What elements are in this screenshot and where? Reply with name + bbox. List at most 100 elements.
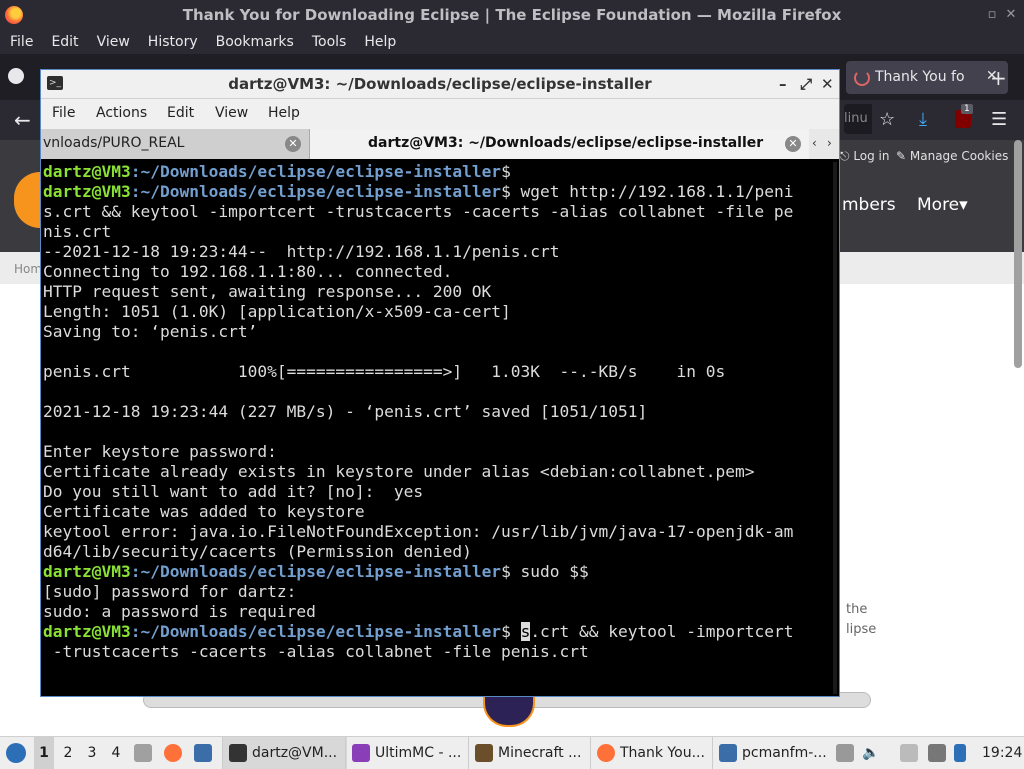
command-text: -trustcacerts -cacerts -alias collabnet … [43,642,589,661]
prompt-path: :~/Downloads/eclipse/eclipse-installer [130,622,502,641]
maximize-icon[interactable]: ⤢ [800,75,812,93]
terminal-tab[interactable]: vnloads/PURO_REAL ✕ [41,129,310,159]
bookmark-star-icon[interactable]: ☆ [879,109,895,130]
file-manager-icon[interactable] [134,737,157,769]
download-icon[interactable]: ⤓ [919,109,927,130]
notes-icon[interactable] [900,737,923,769]
terminal-titlebar[interactable]: >_ dartz@VM3: ~/Downloads/eclipse/eclips… [41,70,839,99]
prompt-path: :~/Downloads/eclipse/eclipse-installer [130,182,502,201]
task-label: Minecraft ... [498,745,582,761]
workspace-2[interactable]: 2 [58,737,78,769]
output-line: Length: 1051 (1.0K) [application/x-x509-… [43,302,511,321]
chevron-right-icon[interactable]: › [827,136,832,150]
task-minecraft[interactable]: Minecraft ... [468,737,593,769]
task-label: pcmanfm-... [742,745,827,761]
task-label: dartz@VM... [252,745,338,761]
prompt-user: dartz@VM3 [43,562,131,581]
firefox-launcher-icon[interactable] [164,737,187,769]
minimize-icon[interactable]: ▫ [984,7,1000,23]
menu-help[interactable]: Help [355,30,405,54]
terminal-scrollbar[interactable] [833,162,837,694]
url-bar[interactable]: linu [844,104,872,134]
nav-members[interactable]: mbers [842,195,896,215]
start-menu-icon[interactable] [6,743,26,763]
output-line: Certificate was added to keystore [43,502,365,521]
menu-file[interactable]: File [0,30,42,54]
terminal-tabbar: vnloads/PURO_REAL ✕ dartz@VM3: ~/Downloa… [41,129,839,159]
output-line: keytool error: java.io.FileNotFoundExcep… [43,522,794,541]
output-line: Enter keystore password: [43,442,277,461]
progress-line: penis.crt 100%[================>] 1.03K … [43,362,726,381]
paragraph-line: the [846,602,868,617]
task-terminal[interactable]: dartz@VM... [222,737,347,769]
command-text: sudo $$ [510,562,589,581]
term-menu-help[interactable]: Help [268,105,300,121]
loading-icon [854,70,870,86]
hamburger-menu-icon[interactable]: ☰ [991,109,1007,130]
workspace-3[interactable]: 3 [82,737,102,769]
task-label: UltimMC - ... [375,745,462,761]
output-line: 2021-12-18 19:23:44 (227 MB/s) - ‘penis.… [43,402,648,421]
manage-cookies-link[interactable]: ✎ Manage Cookies [896,149,1008,163]
volume-icon[interactable]: 🔈 [862,737,879,769]
output-line: sudo: a password is required [43,602,316,621]
prompt-path: :~/Downloads/eclipse/eclipse-installer [130,162,502,181]
tab-thank-you[interactable]: Thank You fo ✕ [846,61,1008,94]
clipboard-icon[interactable] [836,737,859,769]
prompt-path: :~/Downloads/eclipse/eclipse-installer [130,562,502,581]
prompt-user: dartz@VM3 [43,182,131,201]
back-arrow-icon[interactable]: ← [14,108,31,132]
close-icon[interactable]: ✕ [821,75,834,93]
menu-view[interactable]: View [88,30,139,54]
tab-close-icon[interactable]: ✕ [785,136,801,152]
term-menu-actions[interactable]: Actions [96,105,147,121]
output-line: HTTP request sent, awaiting response... … [43,282,492,301]
clock[interactable]: 19:24 [982,737,1022,769]
tab-label: vnloads/PURO_REAL [43,135,185,151]
task-pcmanfm[interactable]: pcmanfm-... [712,737,837,769]
output-line: Saving to: ‘penis.crt’ [43,322,258,341]
breadcrumb[interactable]: Hom [14,262,42,276]
term-menu-view[interactable]: View [215,105,248,121]
menu-edit[interactable]: Edit [42,30,87,54]
prompt-user: dartz@VM3 [43,162,131,181]
task-firefox[interactable]: Thank You... [590,737,715,769]
workspace-1[interactable]: 1 [34,737,54,769]
term-menu-edit[interactable]: Edit [167,105,194,121]
menu-bookmarks[interactable]: Bookmarks [207,30,303,54]
workspace-4[interactable]: 4 [106,737,126,769]
terminal-window[interactable]: >_ dartz@VM3: ~/Downloads/eclipse/eclips… [40,69,840,697]
output-line: --2021-12-18 19:23:44-- http://192.168.1… [43,242,560,261]
login-link[interactable]: ⎋ Log in [840,149,890,164]
terminal-output[interactable]: dartz@VM3:~/Downloads/eclipse/eclipse-in… [43,162,833,694]
tab-scroll-arrows[interactable]: ‹ › [809,129,839,159]
chevron-left-icon[interactable]: ‹ [812,136,817,150]
terminal-tab-active[interactable]: dartz@VM3: ~/Downloads/eclipse/eclipse-i… [310,129,809,159]
output-line: Do you still want to add it? [no]: yes [43,482,424,501]
task-ultimmc[interactable]: UltimMC - ... [345,737,470,769]
output-line: d64/lib/security/cacerts (Permission den… [43,542,472,561]
tab-close-icon[interactable]: ✕ [285,136,301,152]
terminal-title: dartz@VM3: ~/Downloads/eclipse/eclipse-i… [228,75,652,93]
desktop-icon[interactable] [194,737,217,769]
firefox-titlebar: Thank You for Downloading Eclipse | The … [0,0,1024,30]
bluetooth-icon[interactable] [954,737,971,769]
window-title: Thank You for Downloading Eclipse | The … [182,6,842,24]
menu-history[interactable]: History [139,30,207,54]
close-icon[interactable]: ✕ [1003,7,1019,23]
url-text: linu [844,111,868,126]
minimize-icon[interactable]: – [779,75,787,93]
page-scrollbar[interactable] [1014,140,1022,368]
extension-badge: 1 [961,104,973,114]
output-line: s.crt && keytool -importcert -trustcacer… [43,202,794,221]
github-icon[interactable] [8,68,24,84]
menu-tools[interactable]: Tools [303,30,356,54]
nav-more[interactable]: More▾ [917,195,968,215]
network-icon[interactable] [928,737,951,769]
output-line: [sudo] password for dartz: [43,582,297,601]
new-tab-icon[interactable]: + [990,66,1007,90]
text-cursor: s [520,622,531,641]
term-menu-file[interactable]: File [52,105,75,121]
tab-label: Thank You fo [875,69,965,85]
command-text: .crt && keytool -importcert [530,622,794,641]
